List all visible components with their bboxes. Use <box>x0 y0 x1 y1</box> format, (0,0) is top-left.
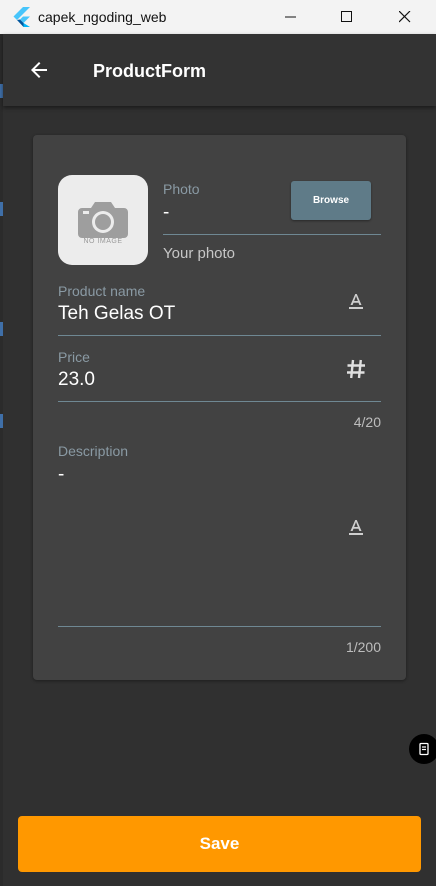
price-field[interactable]: 23.0 <box>58 369 95 391</box>
camera-icon <box>78 202 128 238</box>
text-format-icon <box>349 294 363 309</box>
product-name-field[interactable]: Teh Gelas OT <box>58 303 175 325</box>
browse-button[interactable]: Browse <box>291 181 371 220</box>
window-title: capek_ngoding_web <box>38 9 167 25</box>
flutter-logo-icon <box>13 7 30 27</box>
close-icon <box>399 11 411 23</box>
price-underline <box>58 401 381 402</box>
description-label: Description <box>58 443 129 459</box>
photo-preview[interactable]: NO IMAGE <box>58 175 148 265</box>
close-button[interactable] <box>376 0 434 34</box>
description-counter: 1/200 <box>345 639 381 655</box>
price-label: Price <box>58 349 90 365</box>
app-bar: ProductForm <box>3 34 436 106</box>
product-name-label: Product name <box>58 283 146 299</box>
page-title: ProductForm <box>93 61 207 81</box>
product-name-underline <box>58 335 381 336</box>
back-button[interactable] <box>19 54 59 86</box>
background-window-edge <box>0 34 3 886</box>
maximize-button[interactable] <box>318 0 376 34</box>
description-field[interactable]: - <box>58 464 64 486</box>
description-underline <box>58 626 381 627</box>
photo-field[interactable]: - <box>163 202 169 224</box>
no-image-caption: NO IMAGE <box>83 238 123 245</box>
floating-toggle-button[interactable] <box>409 734 436 764</box>
arrow-back-icon <box>31 62 47 78</box>
save-button[interactable]: Save <box>18 816 421 872</box>
product-form-card: NO IMAGE Photo - Browse Your photo Produ… <box>33 135 406 680</box>
minimize-button[interactable] <box>262 0 320 34</box>
text-format-icon <box>349 520 363 535</box>
photo-helper-text: Your photo <box>163 245 236 262</box>
minimize-icon <box>285 16 296 18</box>
photo-underline <box>163 234 381 235</box>
window-titlebar: capek_ngoding_web <box>0 0 436 34</box>
price-counter: 4/20 <box>353 414 381 430</box>
document-icon <box>419 742 429 756</box>
hash-icon <box>347 359 365 379</box>
maximize-icon <box>341 11 352 22</box>
photo-label: Photo <box>163 181 200 197</box>
